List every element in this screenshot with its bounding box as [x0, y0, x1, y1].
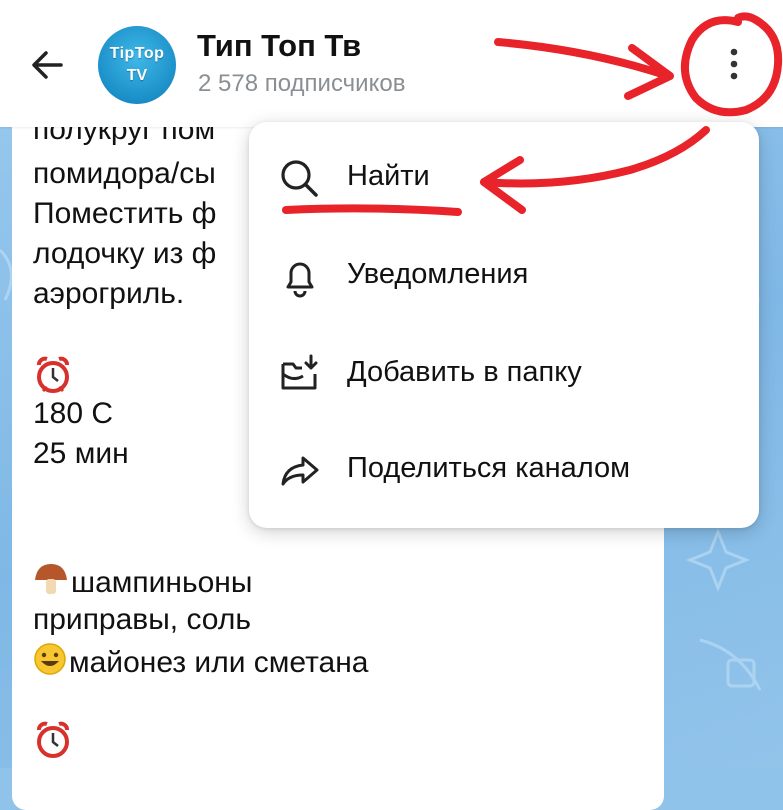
subscriber-count: 2 578 подписчиков [198, 70, 406, 97]
folder-add-icon [281, 354, 318, 390]
message-line: лодочку из ф [33, 237, 217, 270]
menu-item-notifications[interactable]: Уведомления [249, 234, 759, 320]
message-line: майонез или сметана [33, 642, 368, 681]
menu-item-share-channel[interactable]: Поделиться каналом [249, 428, 759, 514]
menu-item-label: Поделиться каналом [347, 452, 631, 484]
channel-options-menu: Найти Уведомления Добавить в папку Подел… [249, 122, 759, 528]
message-line: аэрогриль. [33, 277, 185, 310]
message-text: майонез или сметана [69, 646, 369, 679]
message-line: шампиньоны [33, 562, 252, 601]
avatar-line2: TV [126, 67, 148, 84]
avatar-line1: TipTop [109, 45, 165, 62]
alarm-clock-icon [37, 356, 69, 393]
message-line: Поместить ф [33, 197, 217, 230]
menu-item-label: Уведомления [347, 258, 529, 290]
search-icon [281, 160, 318, 197]
menu-item-label: Добавить в папку [347, 356, 582, 388]
menu-item-label: Найти [347, 160, 430, 192]
menu-item-add-to-folder[interactable]: Добавить в папку [249, 332, 759, 418]
arrow-left-icon[interactable] [25, 42, 71, 88]
chat-header: TipTop TV Тип Топ Тв 2 578 подписчиков [0, 0, 783, 127]
message-line: 25 мин [33, 437, 129, 470]
channel-avatar[interactable]: TipTop TV [98, 26, 176, 104]
smiley-icon [34, 643, 66, 675]
message-line: 180 С [33, 397, 114, 430]
mushroom-icon [35, 564, 67, 594]
message-line: помидора/сы [33, 157, 216, 190]
more-vertical-icon[interactable] [713, 40, 755, 88]
bell-icon [286, 262, 314, 298]
channel-title[interactable]: Тип Топ Тв [197, 28, 361, 64]
alarm-clock-icon [37, 721, 69, 758]
message-line: приправы, соль [33, 603, 251, 636]
menu-item-search[interactable]: Найти [249, 136, 759, 222]
share-icon [281, 456, 319, 486]
message-text: шампиньоны [71, 566, 253, 599]
